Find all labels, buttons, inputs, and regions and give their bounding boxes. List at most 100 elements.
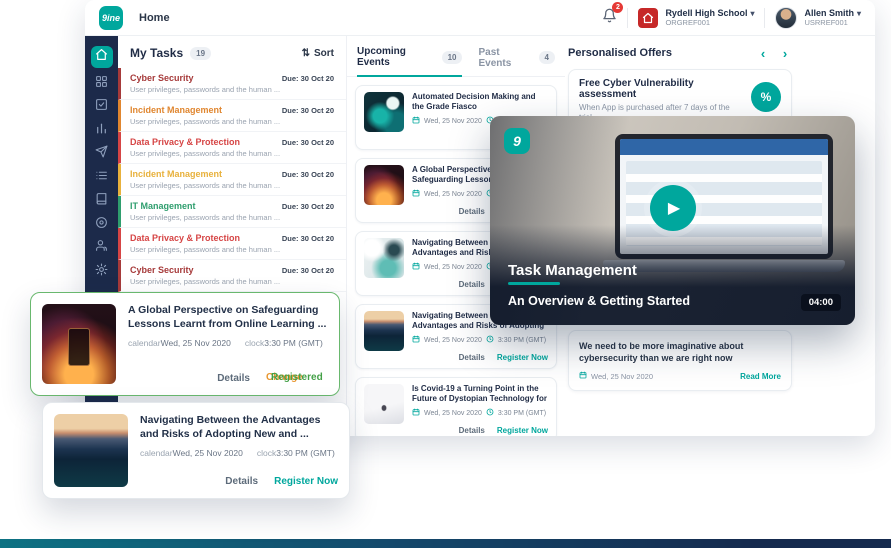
offer-article-card[interactable]: We need to be more imaginative about cyb… <box>568 330 792 391</box>
event-title: Is Covid-19 a Turning Point in the Futur… <box>412 384 548 404</box>
carousel-next-button[interactable]: › <box>778 46 792 60</box>
event-time: 3:30 PM (GMT) <box>498 410 546 417</box>
register-now-link[interactable]: Register Now <box>497 426 548 435</box>
task-subtitle: User privileges, passwords and the human… <box>130 85 334 94</box>
event-date: Wed, 25 Nov 2020 <box>424 191 482 198</box>
video-title-underline <box>508 282 560 285</box>
task-title: Cyber Security <box>130 73 194 83</box>
event-time: 3:30 PM (GMT) <box>276 448 335 458</box>
calendar-icon <box>412 262 420 272</box>
details-link[interactable]: Details <box>459 426 485 435</box>
school-ref: ORGREF001 <box>665 18 754 27</box>
home-icon <box>95 48 108 66</box>
calendar-icon <box>412 116 420 126</box>
task-due-date: Due: 30 Oct 20 <box>282 138 334 147</box>
clock-icon-text: clock <box>257 448 276 458</box>
event-date: Wed, 25 Nov 2020 <box>161 338 231 348</box>
tab-label: Past Events <box>478 47 526 69</box>
app-logo[interactable]: 9ine <box>99 6 123 30</box>
sidebar-item-users[interactable] <box>85 237 118 261</box>
breadcrumb-home: Home <box>139 12 170 24</box>
sidebar-item-analytics[interactable] <box>85 119 118 143</box>
sidebar-item-home[interactable] <box>85 42 118 72</box>
top-bar: 9ine Home 2 Rydell High School▾ ORGR <box>85 0 875 36</box>
registration-status[interactable]: Change Registered <box>266 372 328 384</box>
tasks-panel-title: My Tasks <box>130 46 183 60</box>
tab-upcoming-events[interactable]: Upcoming Events 10 <box>357 46 462 77</box>
details-link[interactable]: Details <box>459 280 485 289</box>
event-date: Wed, 25 Nov 2020 <box>424 410 482 417</box>
offer-badge-icon: % <box>751 82 781 112</box>
task-due-date: Due: 30 Oct 20 <box>282 74 334 83</box>
details-link[interactable]: Details <box>459 207 485 216</box>
notification-count-badge: 2 <box>612 2 623 13</box>
school-logo <box>638 8 658 28</box>
task-row[interactable]: Data Privacy & Protection Due: 30 Oct 20… <box>118 132 346 164</box>
details-link[interactable]: Details <box>459 353 485 362</box>
task-row[interactable]: Incident Management Due: 30 Oct 20 User … <box>118 100 346 132</box>
notifications-button[interactable]: 2 <box>602 8 617 28</box>
article-date: Wed, 25 Nov 2020 <box>591 372 653 381</box>
task-row[interactable]: Cyber Security Due: 30 Oct 20 User privi… <box>118 260 346 292</box>
task-subtitle: User privileges, passwords and the human… <box>130 277 334 286</box>
video-modal: ▶ 9 Task Management An Overview & Gettin… <box>490 116 855 325</box>
event-thumbnail <box>364 238 404 278</box>
sidebar-item-tasks[interactable] <box>85 96 118 120</box>
sidebar-item-media[interactable] <box>85 213 118 237</box>
task-subtitle: User privileges, passwords and the human… <box>130 117 334 126</box>
user-menu[interactable]: Allen Smith▾ USRREF001 <box>775 7 861 29</box>
task-title: Incident Management <box>130 169 222 179</box>
event-date: Wed, 25 Nov 2020 <box>424 264 482 271</box>
play-icon: ▶ <box>668 198 680 218</box>
event-title: Automated Decision Making and the Grade … <box>412 92 548 112</box>
details-link[interactable]: Details <box>217 373 250 384</box>
carousel-prev-button[interactable]: ‹ <box>756 46 770 60</box>
task-row[interactable]: Cyber Security Due: 30 Oct 20 User privi… <box>118 68 346 100</box>
sidebar-item-settings[interactable] <box>85 260 118 284</box>
featured-event-card-registered[interactable]: A Global Perspective on Safeguarding Les… <box>30 292 340 396</box>
analytics-icon <box>95 122 108 140</box>
video-subtitle: An Overview & Getting Started <box>508 294 690 308</box>
event-title: A Global Perspective on Safeguarding Les… <box>128 304 328 331</box>
tab-past-events[interactable]: Past Events 4 <box>478 46 555 76</box>
upcoming-count-badge: 10 <box>442 51 463 64</box>
calendar-icon-text: calendar <box>140 448 173 458</box>
task-subtitle: User privileges, passwords and the human… <box>130 245 334 254</box>
task-title: Data Privacy & Protection <box>130 233 240 243</box>
task-title: IT Management <box>130 201 196 211</box>
book-icon <box>95 192 108 210</box>
details-link[interactable]: Details <box>225 476 258 487</box>
featured-event-card[interactable]: Navigating Between the Advantages and Ri… <box>42 402 350 499</box>
event-title: Navigating Between the Advantages and Ri… <box>140 414 338 441</box>
sidebar-item-records[interactable] <box>85 166 118 190</box>
event-card[interactable]: Is Covid-19 a Turning Point in the Futur… <box>355 377 557 436</box>
sidebar-item-library[interactable] <box>85 190 118 214</box>
sort-button[interactable]: ⇅ Sort <box>302 48 334 59</box>
read-more-link[interactable]: Read More <box>740 372 781 381</box>
sidebar-item-share[interactable] <box>85 143 118 167</box>
organisation-selector[interactable]: Rydell High School▾ ORGREF001 <box>638 8 754 28</box>
register-now-link[interactable]: Register Now <box>497 353 548 362</box>
user-name: Allen Smith <box>804 8 854 18</box>
divider <box>764 8 765 28</box>
calendar-icon <box>412 335 420 345</box>
task-due-date: Due: 30 Oct 20 <box>282 106 334 115</box>
sidebar-item-dashboard[interactable] <box>85 72 118 96</box>
task-row[interactable]: IT Management Due: 30 Oct 20 User privil… <box>118 196 346 228</box>
task-title: Incident Management <box>130 105 222 115</box>
register-now-link[interactable]: Register Now <box>274 476 338 487</box>
play-button[interactable]: ▶ <box>650 185 696 231</box>
past-count-badge: 4 <box>539 51 555 64</box>
tasks-list: Cyber Security Due: 30 Oct 20 User privi… <box>118 68 346 292</box>
page: 9ine Home 2 Rydell High School▾ ORGR <box>0 0 891 548</box>
calendar-icon <box>412 408 420 418</box>
event-date: Wed, 25 Nov 2020 <box>424 118 482 125</box>
task-row[interactable]: Data Privacy & Protection Due: 30 Oct 20… <box>118 228 346 260</box>
tab-label: Upcoming Events <box>357 46 430 68</box>
registered-label: Registered <box>271 372 323 383</box>
send-icon <box>95 145 108 163</box>
clock-icon-text: clock <box>245 338 264 348</box>
video-brand-logo: 9 <box>504 128 530 154</box>
video-duration-badge: 04:00 <box>801 294 841 311</box>
task-row[interactable]: Incident Management Due: 30 Oct 20 User … <box>118 164 346 196</box>
